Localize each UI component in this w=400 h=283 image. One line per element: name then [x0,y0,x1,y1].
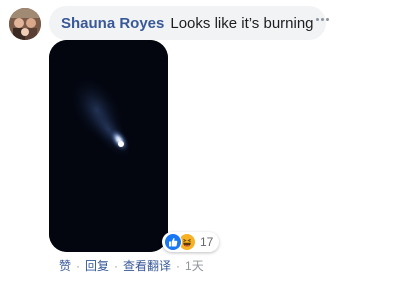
reply-link[interactable]: 回复 [85,257,109,274]
separator: · [176,258,181,273]
author-name[interactable]: Shauna Royes [61,15,164,32]
separator: · [76,258,81,273]
comment-timestamp[interactable]: 1天 [185,257,204,274]
reactions-summary[interactable]: 17 [162,232,220,252]
comment: Shauna Royes Looks like it’s burning 17 … [0,0,400,283]
comment-bubble: Shauna Royes Looks like it’s burning [49,6,326,40]
comment-actions: 赞 · 回复 · 查看翻译 · 1天 [59,257,204,274]
see-translation-link[interactable]: 查看翻译 [123,257,171,274]
comment-photo[interactable] [49,40,168,252]
like-icon [164,233,182,251]
reaction-count: 17 [200,235,214,249]
avatar[interactable] [9,8,41,40]
more-options-icon[interactable] [316,18,329,21]
separator: · [114,258,119,273]
like-link[interactable]: 赞 [59,257,71,274]
comment-text: Looks like it’s burning [170,14,314,32]
